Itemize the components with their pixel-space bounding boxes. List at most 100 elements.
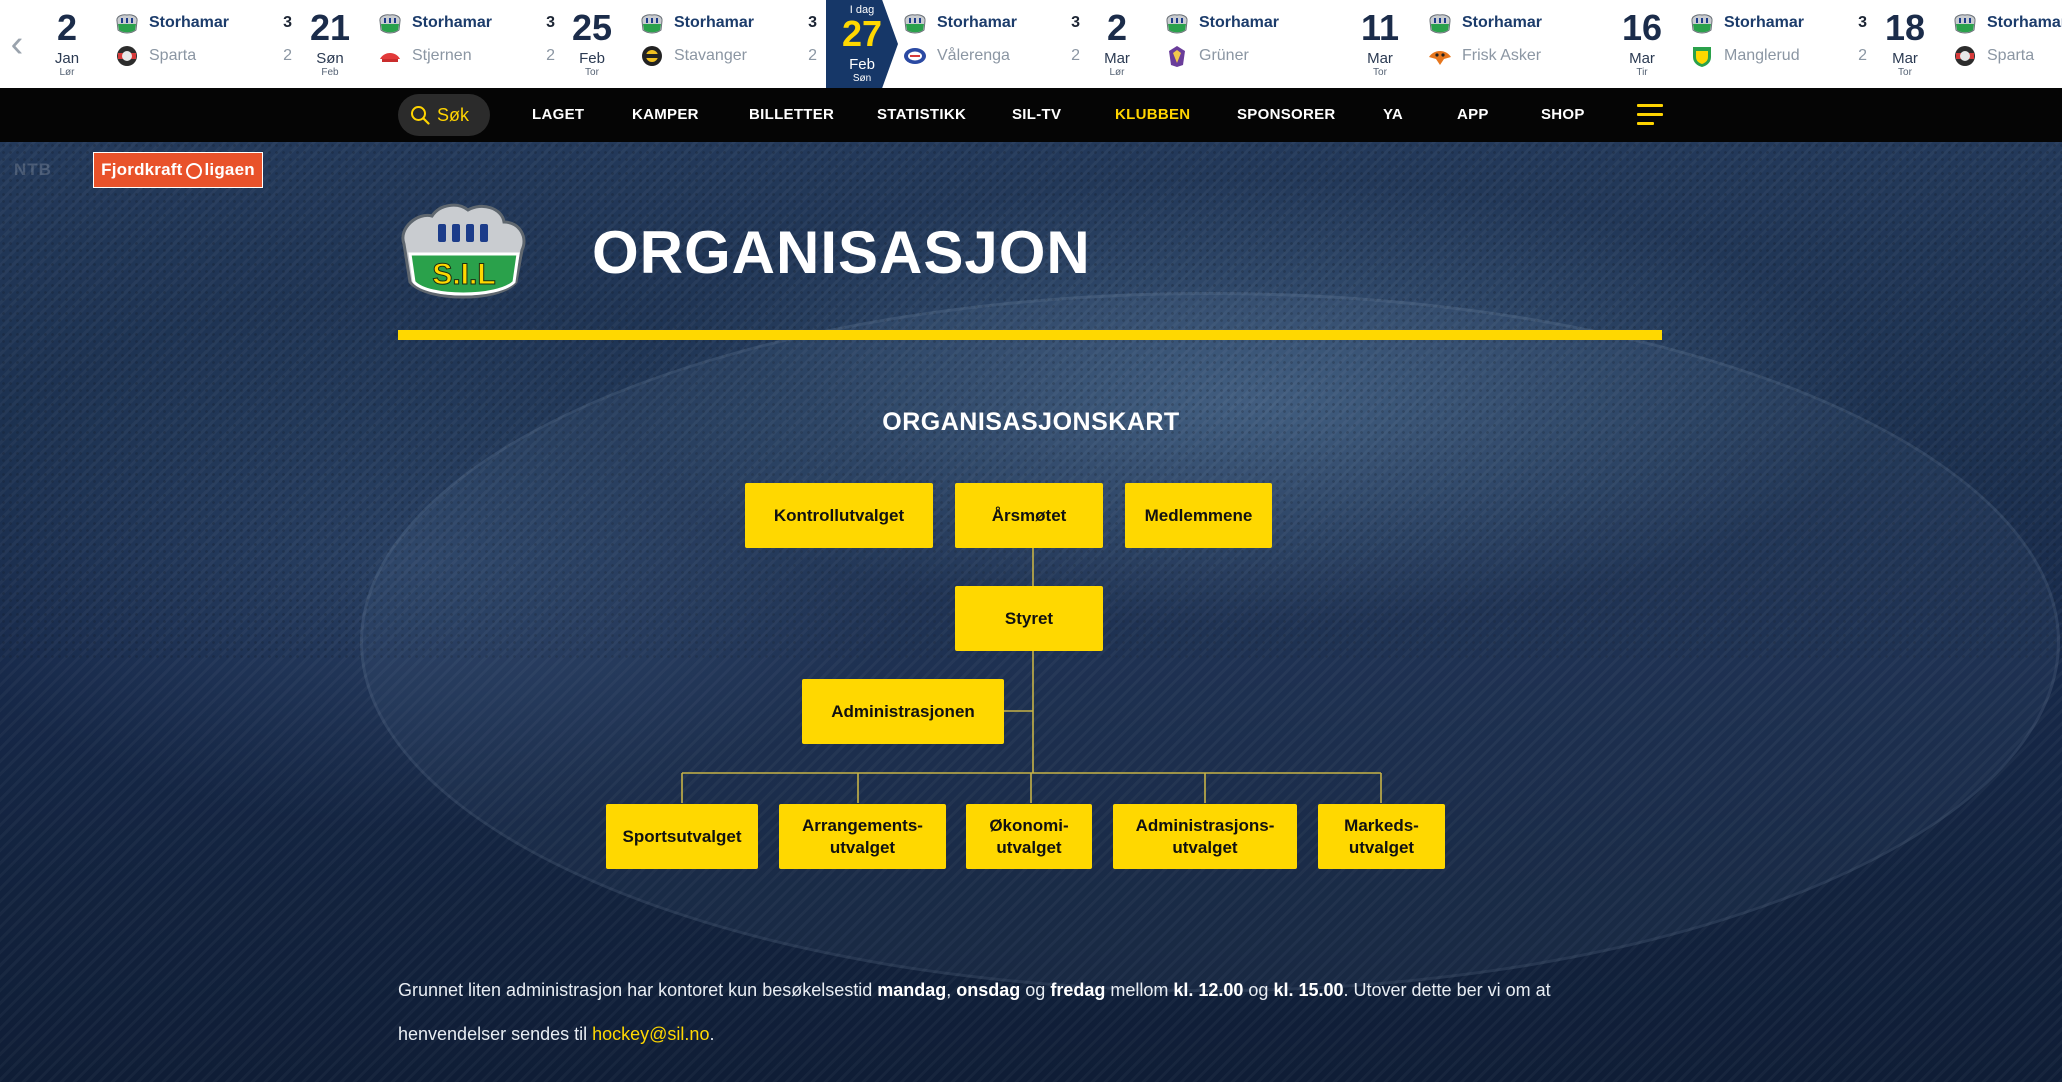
team-logo-icon	[639, 11, 665, 35]
org-box-markedsutvalget[interactable]: Markeds-utvalget	[1318, 804, 1445, 869]
match-card[interactable]: 2 Jan Lør Storhamar 3 Sparta 2	[38, 0, 300, 88]
home-team: Storhamar 3	[902, 11, 1080, 35]
team-name: Grüner	[1199, 47, 1249, 64]
nav-item-statistikk[interactable]: STATISTIKK	[877, 88, 966, 142]
home-team: Storhamar	[1164, 11, 1342, 35]
away-team: Sparta 2	[114, 44, 292, 68]
org-box-medlemmene[interactable]: Medlemmene	[1125, 483, 1272, 548]
chevron-left-icon[interactable]: ‹	[0, 0, 34, 88]
match-date: 25 Feb Tor	[563, 0, 621, 88]
team-score: 2	[1858, 47, 1867, 64]
match-weekday: Søn	[852, 72, 872, 84]
match-date: 2 Mar Lør	[1088, 0, 1146, 88]
page-title: ORGANISASJON	[592, 219, 1091, 286]
org-box-label-line: utvalget	[1348, 837, 1415, 857]
team-name: Storhamar	[1987, 14, 2062, 31]
team-logo-icon	[377, 44, 403, 68]
team-logo-icon	[1689, 44, 1715, 68]
away-team: Sparta	[1952, 44, 2062, 68]
nav-item-kamper[interactable]: KAMPER	[632, 88, 699, 142]
team-name: Vålerenga	[937, 47, 1010, 64]
org-box-styret[interactable]: Styret	[955, 586, 1103, 651]
nav-item-sil-tv[interactable]: SIL-TV	[1012, 88, 1061, 142]
match-weekday: Tor	[1898, 66, 1912, 78]
match-weekday: Lør	[59, 66, 75, 78]
match-card[interactable]: I dag 27 Feb Søn Storhamar 3 Vålerenga 2	[826, 0, 1088, 88]
match-date: 18 Mar Tor	[1876, 0, 1934, 88]
team-logo-icon	[902, 11, 928, 35]
match-day: 16	[1621, 6, 1663, 48]
match-date: 21 Søn Feb	[301, 0, 359, 88]
org-box-arsmotet[interactable]: Årsmøtet	[955, 483, 1103, 548]
team-score: 2	[546, 47, 555, 64]
team-name: Storhamar	[674, 14, 755, 31]
title-underline	[398, 330, 1662, 340]
team-logo-icon	[1164, 44, 1190, 68]
nav-item-klubben[interactable]: KLUBBEN	[1115, 88, 1190, 142]
away-team: Frisk Asker	[1427, 44, 1605, 68]
nav-item-app[interactable]: APP	[1457, 88, 1489, 142]
main-nav: Søk LAGET KAMPER BILLETTER STATISTIKK SIL-TV…	[0, 88, 2062, 142]
search-label: Søk	[437, 104, 470, 125]
match-weekday: Feb	[321, 66, 339, 78]
match-card[interactable]: 18 Mar Tor Storhamar Sparta	[1876, 0, 2062, 88]
match-month: Mar	[1892, 49, 1918, 67]
team-score: 2	[283, 47, 292, 64]
hamburger-menu-icon[interactable]	[1637, 104, 1663, 126]
org-box-label: Medlemmene	[1144, 505, 1253, 525]
home-team: Storhamar 3	[377, 11, 555, 35]
match-day: 25	[571, 6, 613, 48]
nav-item-billetter[interactable]: BILLETTER	[749, 88, 834, 142]
match-card[interactable]: 11 Mar Tor Storhamar Frisk Asker	[1351, 0, 1613, 88]
search-button[interactable]: Søk	[398, 94, 490, 136]
org-box-okonomiutvalget[interactable]: Økonomi-utvalget	[966, 804, 1092, 869]
club-logo[interactable]: S.I.L	[396, 198, 530, 306]
info-text: Grunnet liten administrasjon har kontore…	[398, 980, 878, 1000]
nav-item-laget[interactable]: LAGET	[532, 88, 584, 142]
org-box-administrasjonen[interactable]: Administrasjonen	[802, 679, 1004, 744]
match-card[interactable]: 16 Mar Tir Storhamar 3 Manglerud 2	[1613, 0, 1875, 88]
ice-rink-shape	[360, 292, 2060, 992]
away-team: Vålerenga 2	[902, 44, 1080, 68]
league-sponsor-logo[interactable]: Fjordkraft ligaen	[93, 152, 263, 188]
match-month: Feb	[849, 55, 875, 73]
match-day: 2	[1106, 6, 1128, 48]
nav-item-sponsorer[interactable]: SPONSORER	[1237, 88, 1336, 142]
email-link[interactable]: hockey@sil.no	[592, 1024, 709, 1044]
org-box-label: Kontrollutvalget	[773, 505, 905, 525]
match-card[interactable]: 21 Søn Feb Storhamar 3 Stjernen 2	[301, 0, 563, 88]
org-box-administrasjonsutvalget[interactable]: Administrasjons-utvalget	[1113, 804, 1297, 869]
match-date: 16 Mar Tir	[1613, 0, 1671, 88]
team-logo-icon	[1427, 11, 1453, 35]
team-name: Stavanger	[674, 47, 747, 64]
team-logo-icon	[114, 11, 140, 35]
info-text: ,	[946, 980, 957, 1000]
match-month: Mar	[1629, 49, 1655, 67]
match-card[interactable]: 2 Mar Lør Storhamar Grüner	[1088, 0, 1350, 88]
org-box-arrangementsutvalget[interactable]: Arrangements-utvalget	[779, 804, 946, 869]
team-logo-icon	[1952, 44, 1978, 68]
nav-item-ya[interactable]: YA	[1383, 88, 1403, 142]
team-score: 3	[1858, 14, 1867, 31]
team-name: Storhamar	[149, 14, 230, 31]
match-day: 21	[309, 6, 351, 48]
team-name: Storhamar	[1199, 14, 1280, 31]
match-day: 27	[841, 12, 883, 54]
match-card[interactable]: 25 Feb Tor Storhamar 3 Stavanger 2	[563, 0, 825, 88]
home-team: Storhamar	[1952, 11, 2062, 35]
team-logo-icon	[114, 44, 140, 68]
team-logo-icon	[639, 44, 665, 68]
away-team: Grüner	[1164, 44, 1342, 68]
nav-item-shop[interactable]: SHOP	[1541, 88, 1585, 142]
info-day-monday: mandag	[877, 980, 947, 1000]
photo-watermark: NTB	[14, 160, 52, 179]
team-score: 3	[283, 14, 292, 31]
team-name: Stjernen	[412, 47, 472, 64]
match-weekday: Tor	[585, 66, 599, 78]
org-box-sportsutvalget[interactable]: Sportsutvalget	[606, 804, 758, 869]
org-box-kontrollutvalget[interactable]: Kontrollutvalget	[745, 483, 933, 548]
match-day: 11	[1360, 6, 1400, 48]
match-day: 2	[56, 6, 78, 48]
match-month: Mar	[1367, 49, 1393, 67]
org-box-label-line: utvalget	[996, 837, 1062, 857]
